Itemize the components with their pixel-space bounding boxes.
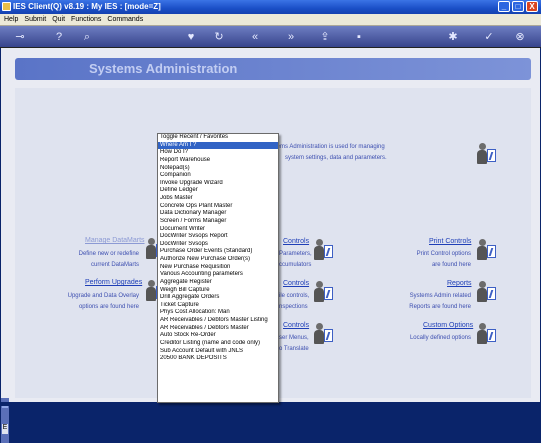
dropdown-menu-item[interactable]: Concrete Ops Plant Master xyxy=(158,203,278,211)
dropdown-menu-item[interactable]: Weigh Bill Capture xyxy=(158,287,278,295)
menu-quit[interactable]: Quit xyxy=(52,14,65,25)
upgrades-desc-2: options are found here xyxy=(78,304,139,310)
controls-link[interactable]: Controls xyxy=(283,238,309,245)
dropdown-menu-item[interactable]: Ticket Capture xyxy=(158,302,278,310)
window-controls: _ □ X xyxy=(498,1,538,12)
perform-upgrades-link[interactable]: Perform Upgrades xyxy=(85,279,142,286)
datamarts-desc-2: current DataMarts xyxy=(90,262,139,268)
settings-icon[interactable]: ✱ xyxy=(446,30,460,44)
person-icon xyxy=(476,322,498,346)
dropdown-menu-item[interactable]: AR Receivables / Debtors Master xyxy=(158,325,278,333)
menu-submit[interactable]: Submit xyxy=(24,14,46,25)
dropdown-menu-item[interactable]: Authorize New Purchase Order(s) xyxy=(158,256,278,264)
menu-bar: Help Submit Quit Functions Commands xyxy=(0,14,541,26)
dropdown-menu-item[interactable]: Screen / Forms Manager xyxy=(158,218,278,226)
export-icon[interactable]: ⇪ xyxy=(318,30,332,44)
key-icon[interactable]: ⊸ xyxy=(10,30,30,44)
toolbar: ⊸ ? ⌕ ♥ ↻ « » ⇪ ▪ ✱ ✓ ⊗ xyxy=(0,26,541,48)
dropdown-menu-item[interactable]: Aggregate Register xyxy=(158,279,278,287)
title-bar: IES Client(Q) v8.19 : My IES : [mode=Z] … xyxy=(0,0,541,14)
dropdown-menu-item[interactable]: Data Dictionary Manager xyxy=(158,210,278,218)
help-icon[interactable]: ? xyxy=(52,30,66,44)
person-icon xyxy=(476,238,498,262)
print-desc-1: Print Control options xyxy=(416,251,471,257)
close-button[interactable]: X xyxy=(526,1,538,12)
page-banner: Systems Administration xyxy=(15,58,531,80)
dropdown-menu-item[interactable]: AR Receivables / Debtors Master Listing xyxy=(158,317,278,325)
menu-functions[interactable]: Functions xyxy=(71,14,101,25)
menu-help[interactable]: Help xyxy=(4,14,18,25)
dropdown-menu-item[interactable]: Report Warehouse xyxy=(158,157,278,165)
datamarts-desc-1: Define new or redefine xyxy=(78,251,139,257)
person-icon xyxy=(313,238,335,262)
rewind-icon[interactable]: « xyxy=(248,30,262,44)
menu-commands[interactable]: Commands xyxy=(107,14,143,25)
dropdown-menu-item[interactable]: Define Ledger xyxy=(158,187,278,195)
dropdown-menu-item[interactable]: Companion xyxy=(158,172,278,180)
reports-desc-1: Systems Admin related xyxy=(409,293,471,299)
person-icon xyxy=(313,322,335,346)
dropdown-menu-item[interactable]: Various Accounting parameters xyxy=(158,271,278,279)
dropdown-menu-item[interactable]: How Do I? xyxy=(158,149,278,157)
check-icon[interactable]: ✓ xyxy=(482,30,496,44)
controls-link-2[interactable]: Controls xyxy=(283,280,309,287)
search-icon[interactable]: ⌕ xyxy=(80,30,94,44)
dropdown-menu-item[interactable]: 20500 BANK DEPOSITS xyxy=(158,355,278,363)
custom-desc-1: Locally defined options xyxy=(409,335,471,341)
save-icon[interactable]: ▪ xyxy=(352,30,366,44)
dropdown-menu-item[interactable]: Purchase Order Events (Standard) xyxy=(158,248,278,256)
controls2-desc-2: nspections xyxy=(279,304,308,310)
controls-desc-2: ccumulators xyxy=(279,262,312,268)
reports-link[interactable]: Reports xyxy=(447,280,472,287)
person-icon xyxy=(476,142,498,166)
dropdown-menu-item[interactable]: New Purchase Requisition xyxy=(158,264,278,272)
upgrades-desc-1: Upgrade and Data Overlay xyxy=(67,293,139,299)
controls-desc-1: Parameters, xyxy=(279,251,312,257)
reports-desc-2: Reports are found here xyxy=(409,304,471,310)
page-title: Systems Administration xyxy=(89,61,238,76)
dropdown-menu-item[interactable]: Jobs Master xyxy=(158,195,278,203)
controls3-desc-1: ser Menus, xyxy=(279,335,309,341)
window-title: IES Client(Q) v8.19 : My IES : [mode=Z] xyxy=(13,2,161,11)
manage-datamarts-link[interactable]: Manage DataMarts xyxy=(85,237,145,244)
dropdown-menu-item[interactable]: DocWriter Svsops Report xyxy=(158,233,278,241)
custom-options-link[interactable]: Custom Options xyxy=(423,322,473,329)
maximize-button[interactable]: □ xyxy=(512,1,524,12)
dropdown-menu-item[interactable]: DocWriter Svsops xyxy=(158,241,278,249)
dropdown-menu-item[interactable]: Where Am I ? xyxy=(158,141,278,150)
app-icon xyxy=(2,2,11,11)
dropdown-menu-item[interactable]: Toggle Recent / Favorites xyxy=(158,134,278,142)
side-strip-label[interactable]: E xyxy=(2,424,8,434)
cancel-icon[interactable]: ⊗ xyxy=(513,30,527,44)
dropdown-menu-item[interactable]: Drill Aggregate Orders xyxy=(158,294,278,302)
refresh-icon[interactable]: ↻ xyxy=(212,30,226,44)
dropdown-menu-item[interactable]: Invoke Upgrade Wizard xyxy=(158,180,278,188)
info-line-1: Systems Administration is used for manag… xyxy=(265,144,385,150)
fast-forward-icon[interactable]: » xyxy=(284,30,298,44)
dropdown-menu-item[interactable]: Document Writer xyxy=(158,226,278,234)
controls-link-3[interactable]: Controls xyxy=(283,322,309,329)
dropdown-menu-item[interactable]: Auto Stock Re-Order xyxy=(158,332,278,340)
controls2-desc-1: ile controls, xyxy=(279,293,310,299)
dropdown-menu-item[interactable]: Phys Cost Allocation: Man xyxy=(158,309,278,317)
print-controls-link[interactable]: Print Controls xyxy=(429,238,471,245)
minimize-button[interactable]: _ xyxy=(498,1,510,12)
dropdown-menu-item[interactable]: Sub Account Default with JNLS xyxy=(158,348,278,356)
dropdown-menu-item[interactable]: Creditor Listing (name and code only) xyxy=(158,340,278,348)
person-icon xyxy=(476,280,498,304)
heart-icon[interactable]: ♥ xyxy=(184,30,198,44)
functions-dropdown-menu: Toggle Recent / Favorites Where Am I ? How… xyxy=(157,133,279,403)
info-line-2: system settings, data and parameters. xyxy=(285,155,387,161)
person-icon xyxy=(313,280,335,304)
print-desc-2: are found here xyxy=(431,262,471,268)
dropdown-menu-item[interactable]: Notepad(s) xyxy=(158,165,278,173)
controls3-desc-2: o Translate xyxy=(279,346,309,352)
